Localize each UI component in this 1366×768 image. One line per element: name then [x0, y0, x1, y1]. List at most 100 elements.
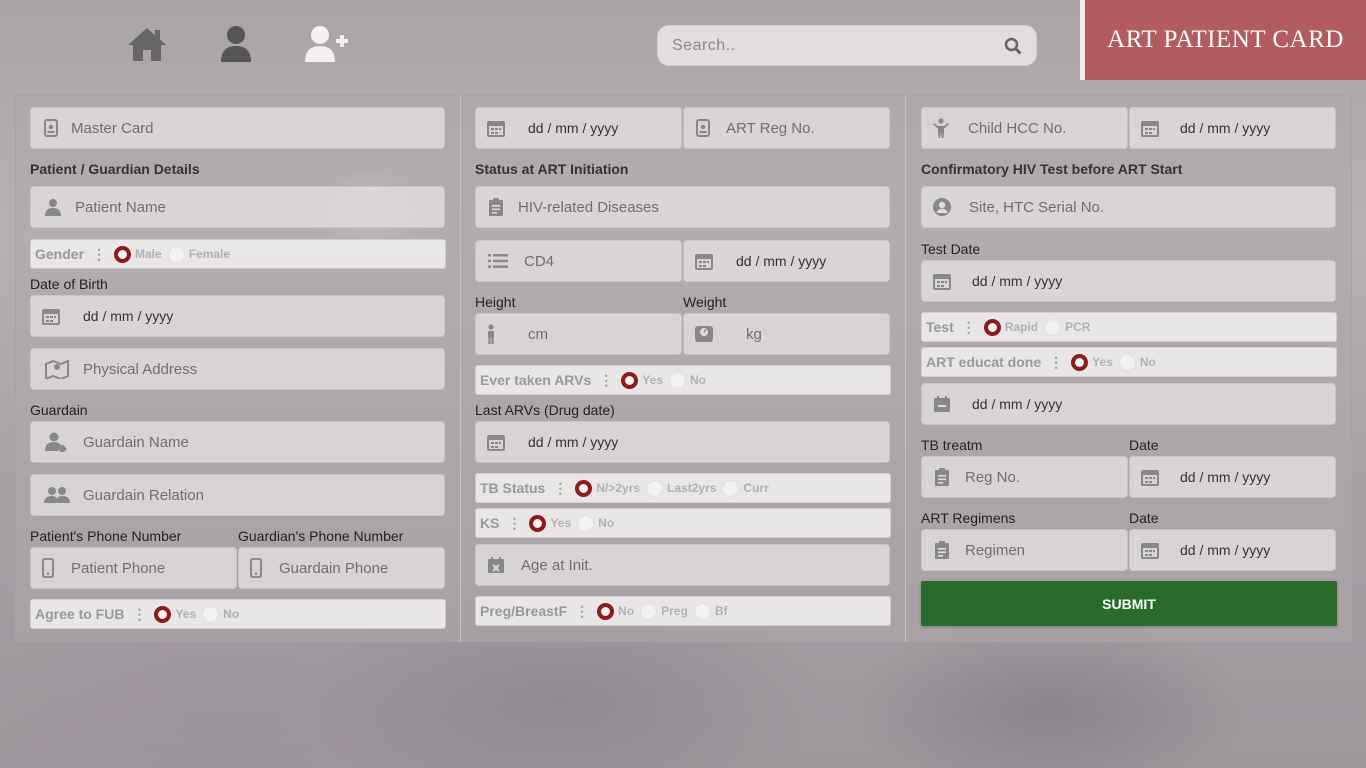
guardian-name-input[interactable] [83, 433, 444, 451]
ever-taken-arvs-no-radio[interactable] [669, 371, 686, 389]
calendar-icon [684, 240, 724, 282]
preg-breastf-preg-radio[interactable] [640, 602, 658, 620]
physical-address-field [30, 348, 445, 390]
clipboard-icon [476, 186, 516, 228]
test-radio-group: Test ⋮ Rapid PCR [921, 312, 1337, 342]
gender-female-radio[interactable] [167, 245, 185, 263]
art-educat-date-input[interactable] [962, 396, 1335, 412]
submit-button[interactable]: SUBMIT [921, 581, 1337, 626]
agree-fub-yes-radio[interactable] [154, 605, 172, 623]
weight-input[interactable] [724, 325, 889, 343]
art-reg-no-input[interactable] [722, 119, 889, 137]
user-plus-icon[interactable] [303, 24, 351, 64]
calendar-icon [31, 295, 71, 337]
person-standing-icon [476, 313, 506, 355]
patient-phone-field [30, 547, 237, 589]
regimen-date-input[interactable] [1170, 542, 1335, 558]
test-option-rapid: Rapid [1004, 320, 1039, 334]
calendar-icon [1130, 456, 1170, 498]
search-icon[interactable] [1004, 37, 1022, 55]
height-input[interactable] [506, 325, 681, 343]
calendar-icon [1130, 529, 1170, 571]
cd4-date-field [683, 240, 890, 282]
last-arvs-date-input[interactable] [516, 434, 889, 450]
calendar-x-icon [476, 544, 516, 586]
master-card-field [30, 107, 445, 149]
height-field [475, 313, 682, 355]
cd4-date-input[interactable] [724, 253, 889, 269]
dots-icon: ⋮ [553, 480, 568, 496]
child-hcc-date-field [1129, 107, 1336, 149]
child-hcc-date-input[interactable] [1170, 120, 1335, 136]
ever-taken-arvs-yes-radio[interactable] [621, 371, 639, 389]
user-icon[interactable] [218, 24, 254, 64]
preg-breastf-bf-radio[interactable] [693, 602, 711, 620]
scale-icon [684, 313, 724, 355]
gender-male-radio[interactable] [114, 245, 132, 263]
preg-breastf-option-no: No [618, 604, 635, 618]
tb-treatm-date-field [1129, 456, 1336, 498]
dots-icon: ⋮ [132, 606, 147, 622]
test-date-field [921, 260, 1336, 302]
preg-breastf-option-preg: Preg [661, 604, 688, 618]
search-input[interactable] [672, 36, 1004, 55]
art-date-input[interactable] [516, 120, 681, 136]
child-icon [922, 107, 960, 149]
section-title-patient: Patient / Guardian Details [30, 161, 200, 177]
cd4-input[interactable] [520, 252, 681, 270]
dots-icon: ⋮ [92, 246, 107, 262]
child-hcc-no-field [921, 107, 1128, 149]
ks-no-radio[interactable] [577, 514, 595, 532]
art-educat-no-radio[interactable] [1118, 353, 1136, 371]
age-at-init-input[interactable] [516, 556, 889, 574]
tb-treatm-date-input[interactable] [1170, 469, 1335, 485]
guardian-phone-input[interactable] [273, 559, 444, 577]
ks-label: KS [480, 515, 500, 531]
regimen-input[interactable] [962, 541, 1127, 559]
dob-input[interactable] [71, 308, 444, 324]
test-pcr-radio[interactable] [1044, 318, 1062, 336]
physical-address-input[interactable] [83, 360, 444, 378]
preg-breastf-no-radio[interactable] [597, 602, 615, 620]
guardian-relation-input[interactable] [83, 486, 444, 504]
tb-reg-no-input[interactable] [962, 468, 1127, 486]
ever-taken-arvs-option-yes: Yes [642, 373, 663, 387]
top-bar: ART PATIENT CARD [0, 0, 1366, 82]
app-title: ART PATIENT CARD [1080, 0, 1366, 80]
agree-fub-radio-group: Agree to FUB ⋮ Yes No [30, 599, 446, 629]
tb-status-curr-radio[interactable] [722, 479, 740, 497]
tb-status-n2yrs-radio[interactable] [575, 479, 593, 497]
site-htc-input[interactable] [962, 198, 1335, 216]
section-title-art-initiation: Status at ART Initiation [475, 161, 629, 177]
gender-option-male: Male [135, 247, 162, 261]
calendar-minus-icon [922, 383, 962, 425]
patient-phone-input[interactable] [65, 559, 236, 577]
child-hcc-no-input[interactable] [960, 119, 1127, 137]
map-icon [31, 348, 83, 390]
users-icon [31, 474, 83, 516]
test-label: Test [926, 319, 954, 335]
art-educat-radio-group: ART educat done ⋮ Yes No [921, 347, 1337, 377]
agree-fub-no-radio[interactable] [202, 605, 220, 623]
phone-icon [31, 547, 65, 589]
master-card-input[interactable] [71, 119, 444, 137]
hiv-diseases-input[interactable] [516, 198, 889, 216]
home-icon[interactable] [126, 24, 168, 64]
patient-name-input[interactable] [75, 198, 444, 216]
test-rapid-radio[interactable] [983, 318, 1001, 336]
guardian-relation-field [30, 474, 445, 516]
test-date-input[interactable] [962, 273, 1335, 289]
art-educat-yes-radio[interactable] [1071, 353, 1089, 371]
art-date-field [475, 107, 682, 149]
art-reg-no-field [683, 107, 890, 149]
site-htc-field [921, 186, 1336, 228]
test-date-label: Test Date [921, 241, 981, 257]
section-title-confirmatory-test: Confirmatory HIV Test before ART Start [921, 161, 1183, 177]
cd4-field [475, 240, 682, 282]
ks-yes-radio[interactable] [529, 514, 547, 532]
tb-status-last2yrs-radio[interactable] [646, 479, 664, 497]
patient-phone-label: Patient's Phone Number [30, 528, 182, 544]
calendar-icon [1130, 107, 1170, 149]
column-divider [905, 95, 906, 642]
calendar-icon [922, 260, 962, 302]
